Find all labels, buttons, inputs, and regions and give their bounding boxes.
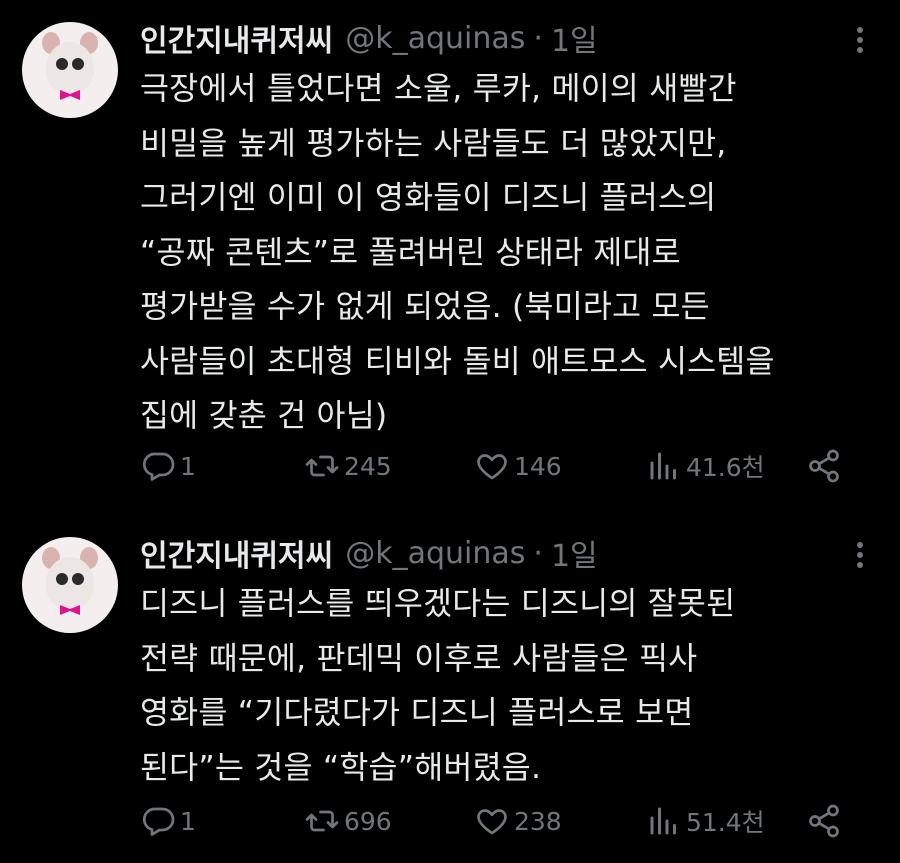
tweet-text: 디즈니 플러스를 띄우겠다는 디즈니의 잘못된 전략 때문에, 판데믹 이후로 … xyxy=(140,586,736,786)
retweet-button[interactable]: 245 xyxy=(304,446,392,486)
avatar-eye xyxy=(72,58,84,70)
more-vertical-icon[interactable] xyxy=(856,26,864,54)
retweet-icon xyxy=(305,810,339,832)
tweet-text: 극장에서 틀었다면 소울, 루카, 메이의 새빨간 비밀을 높게 평가하는 사람… xyxy=(140,71,775,434)
share-button[interactable] xyxy=(806,801,846,841)
display-name[interactable]: 인간지내퀴저씨 xyxy=(140,531,333,575)
reply-count: 1 xyxy=(180,451,196,481)
share-icon xyxy=(809,449,839,483)
heart-icon xyxy=(477,454,507,480)
avatar-eye xyxy=(72,573,84,585)
retweet-count: 696 xyxy=(344,806,392,836)
separator-dot: · xyxy=(533,535,543,571)
action-bar: 1 696 238 51.4천 xyxy=(140,801,850,841)
avatar-head xyxy=(46,42,94,94)
avatar[interactable] xyxy=(22,537,118,633)
retweet-button[interactable]: 696 xyxy=(304,801,392,841)
user-handle[interactable]: @k_aquinas xyxy=(345,536,525,571)
reply-button[interactable]: 1 xyxy=(140,446,196,486)
avatar-head xyxy=(46,557,94,609)
retweet-count: 245 xyxy=(344,451,392,481)
like-button[interactable]: 238 xyxy=(474,801,562,841)
reply-icon xyxy=(142,807,175,836)
views-button[interactable]: 41.6천 xyxy=(646,446,765,486)
reply-count: 1 xyxy=(180,806,196,836)
share-button[interactable] xyxy=(806,446,846,486)
like-count: 238 xyxy=(514,806,562,836)
views-count: 51.4천 xyxy=(686,808,765,837)
heart-icon xyxy=(477,809,507,835)
views-icon xyxy=(650,452,676,480)
like-count: 146 xyxy=(514,451,562,481)
like-button[interactable]: 146 xyxy=(474,446,562,486)
avatar-eye xyxy=(56,573,68,585)
reply-icon xyxy=(142,452,175,481)
user-handle[interactable]: @k_aquinas xyxy=(345,21,525,56)
separator-dot: · xyxy=(533,20,543,56)
display-name[interactable]: 인간지내퀴저씨 xyxy=(140,16,333,60)
tweet-header: 인간지내퀴저씨 @k_aquinas · 1일 xyxy=(140,16,598,60)
retweet-icon xyxy=(305,455,339,477)
timestamp[interactable]: 1일 xyxy=(551,16,598,60)
action-bar: 1 245 146 41.6천 xyxy=(140,446,850,486)
views-button[interactable]: 51.4천 xyxy=(646,801,765,841)
tweet-header: 인간지내퀴저씨 @k_aquinas · 1일 xyxy=(140,531,598,575)
reply-button[interactable]: 1 xyxy=(140,801,196,841)
avatar[interactable] xyxy=(22,22,118,118)
tweet[interactable]: 인간지내퀴저씨 @k_aquinas · 1일 극장에서 틀었다면 소울, 루카… xyxy=(0,0,900,510)
views-count: 41.6천 xyxy=(686,453,765,482)
avatar-eye xyxy=(56,58,68,70)
views-icon xyxy=(650,807,676,835)
share-icon xyxy=(809,804,839,838)
more-vertical-icon[interactable] xyxy=(856,541,864,569)
tweet[interactable]: 인간지내퀴저씨 @k_aquinas · 1일 디즈니 플러스를 띄우겠다는 디… xyxy=(0,515,900,863)
timestamp[interactable]: 1일 xyxy=(551,531,598,575)
